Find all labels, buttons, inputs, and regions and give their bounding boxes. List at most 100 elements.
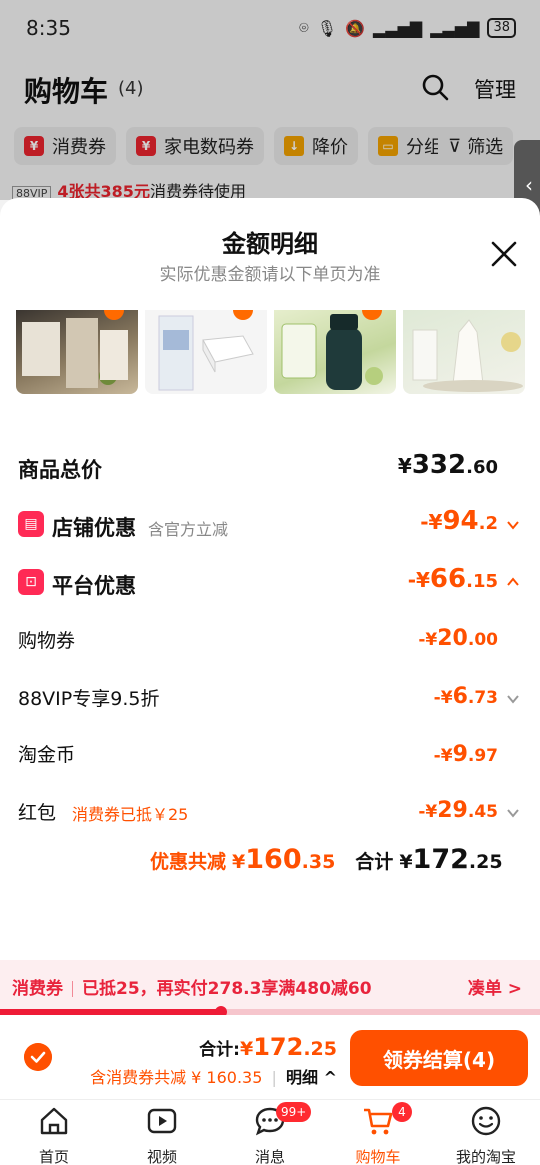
tab-label: 消息 [254, 1148, 285, 1165]
currency: -¥ [418, 802, 438, 822]
chevron-down-icon[interactable] [506, 692, 520, 706]
amount-dec: .45 [467, 802, 498, 822]
add-on-link[interactable]: 凑单 > [468, 974, 522, 999]
item-amount-shopping-coupon: -¥20.00 [418, 626, 498, 651]
amount-int: 94 [442, 506, 479, 536]
amount-dec: .73 [467, 688, 498, 708]
product-total-label: 商品总价 [18, 458, 102, 482]
product-image [412, 319, 523, 392]
total-label: 合计: [199, 1040, 240, 1060]
select-all-checkbox[interactable] [24, 1043, 52, 1071]
chevron-down-icon[interactable] [506, 518, 520, 532]
currency: ¥ [232, 851, 246, 873]
tab-cart[interactable]: 购物车 4 [324, 1102, 432, 1165]
tab-label: 我的淘宝 [455, 1148, 516, 1165]
product-image [158, 315, 254, 391]
product-thumb-4[interactable] [403, 310, 525, 394]
item-label-shopping-coupon: 购物券 [18, 630, 76, 652]
total-dec: .25 [303, 1038, 337, 1060]
coupon-status: 已抵25，再实付278.3享满480减60 [82, 979, 372, 999]
chevron-up-icon[interactable]: ^ [318, 1068, 337, 1087]
sheet-subtitle: 实际优惠金额请以下单页为准 [159, 265, 381, 285]
amount-int: 332 [411, 450, 467, 480]
platform-icon: ⊡ [18, 569, 44, 595]
total-int: 172 [253, 1033, 304, 1061]
video-icon [147, 1108, 177, 1134]
modal-overlay[interactable] [0, 0, 540, 200]
currency: ¥ [399, 851, 413, 873]
coupon-progress-banner[interactable]: 消费券 已抵25，再实付278.3享满480减60 凑单 > [0, 960, 540, 1010]
item-label-taojinbi: 淘金币 [18, 744, 76, 766]
amount-dec: .2 [478, 513, 498, 534]
coupon-progress-text: 消费券 已抵25，再实付278.3享满480减60 [12, 974, 372, 999]
cart-icon [364, 1108, 393, 1135]
currency: -¥ [418, 630, 438, 650]
store-discount-label: 店铺优惠 [52, 516, 136, 540]
included-discount-text: 含消费券共减 ¥ 160.35 [90, 1068, 263, 1087]
product-thumb-3[interactable] [274, 310, 396, 394]
product-image [22, 318, 128, 388]
item-label-red-packet: 红包 [18, 802, 57, 824]
tab-messages[interactable]: 消息 99+ [216, 1102, 324, 1165]
tab-my-taobao[interactable]: 我的淘宝 [432, 1104, 540, 1165]
tab-label: 首页 [38, 1148, 69, 1165]
app-root: 8:35 ⌾ 🎙 🔕 ▂▃▅▇ ▂▃▅▇ 38 购物车 (4) 管理 ¥ 消费券 … [0, 0, 540, 1165]
close-icon[interactable] [490, 240, 518, 268]
platform-discount-label: 平台优惠 [52, 574, 136, 598]
red-packet-note: 消费券已抵￥25 [72, 805, 189, 824]
item-amount-88vip[interactable]: -¥6.73 [434, 684, 498, 709]
my-taobao-icon [471, 1106, 501, 1136]
product-image [281, 314, 383, 390]
amount-int: 20 [437, 626, 468, 651]
amount-dec: .97 [467, 746, 498, 766]
currency: ¥ [239, 1038, 254, 1060]
bottom-tab-bar: 首页 视频 消息 99+ 购物车 4 我的淘宝 [0, 1099, 540, 1165]
store-discount-note: 含官方立减 [148, 520, 229, 539]
product-thumb-1[interactable] [16, 310, 138, 394]
tab-label: 购物车 [355, 1148, 401, 1165]
currency: -¥ [407, 568, 430, 592]
discount-total-label: 优惠共减 [150, 851, 227, 873]
item-amount-red-packet[interactable]: -¥29.45 [418, 798, 498, 823]
product-thumb-2[interactable] [145, 310, 267, 394]
currency: ¥ [397, 454, 412, 478]
checkout-bar: 合计:¥172.25 含消费券共减 ¥ 160.35 | 明细 ^ 领券结算(4… [0, 1015, 540, 1099]
discount-total-dec: .35 [301, 851, 336, 873]
divider [72, 981, 73, 997]
discount-summary: 优惠共减 ¥160.35 合计 ¥172.25 [150, 844, 503, 884]
tab-video[interactable]: 视频 [108, 1104, 216, 1165]
total-price: 合计:¥172.25 [199, 1033, 337, 1061]
product-total-amount: ¥332.60 [398, 450, 498, 480]
store-discount-amount[interactable]: -¥94.2 [420, 506, 498, 536]
checkout-button[interactable]: 领券结算(4) [350, 1030, 528, 1086]
amount-dec: .00 [467, 630, 498, 650]
grand-total-int: 172 [412, 844, 469, 875]
chevron-down-icon[interactable] [506, 806, 520, 820]
amount-int: 9 [452, 742, 468, 767]
item-label-88vip: 88VIP专享9.5折 [18, 688, 160, 710]
chevron-up-icon[interactable] [506, 575, 520, 589]
chevron-left-icon: ‹ [525, 173, 533, 197]
sheet-title: 金额明细 [222, 230, 318, 258]
amount-int: 6 [452, 684, 468, 709]
grand-total-dec: .25 [468, 851, 503, 873]
discount-detail-line[interactable]: 含消费券共减 ¥ 160.35 | 明细 ^ [90, 1064, 337, 1088]
grand-total-label: 合计 [355, 851, 394, 873]
product-thumbnails [16, 310, 540, 394]
platform-discount-amount[interactable]: -¥66.15 [408, 564, 498, 594]
tab-home[interactable]: 首页 [0, 1104, 108, 1165]
currency: -¥ [433, 688, 453, 708]
discount-total-int: 160 [245, 844, 302, 875]
currency: -¥ [420, 510, 443, 534]
coupon-label: 消费券 [12, 979, 63, 999]
amount-int: 29 [437, 798, 468, 823]
tab-label: 视频 [146, 1148, 177, 1165]
cart-badge: 4 [392, 1102, 412, 1122]
detail-toggle[interactable]: 明细 [286, 1068, 318, 1087]
amount-dec: .15 [466, 571, 498, 592]
amount-dec: .60 [466, 457, 498, 478]
divider: | [271, 1068, 277, 1087]
store-icon: ▤ [18, 511, 44, 537]
cart-page-background: 8:35 ⌾ 🎙 🔕 ▂▃▅▇ ▂▃▅▇ 38 购物车 (4) 管理 ¥ 消费券 … [0, 0, 540, 201]
item-amount-taojinbi: -¥9.97 [434, 742, 498, 767]
